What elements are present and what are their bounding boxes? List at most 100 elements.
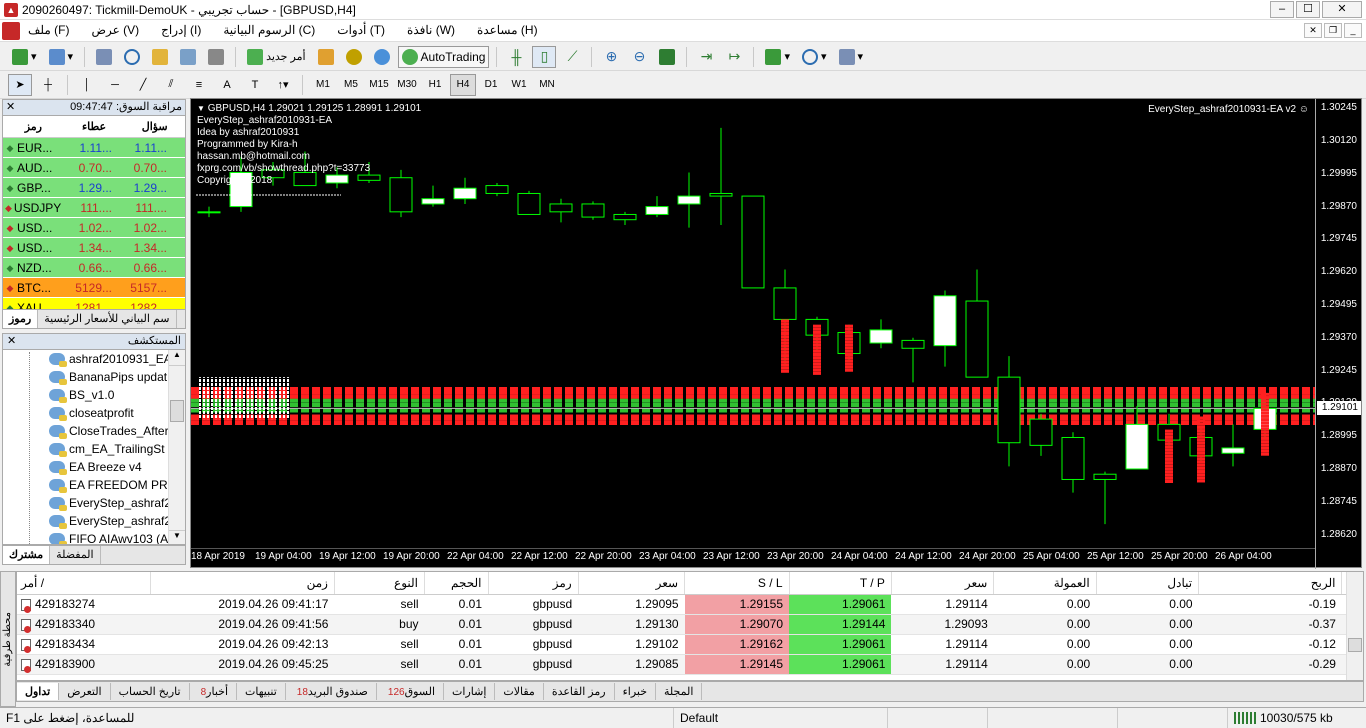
chart-window[interactable]: ▼ GBPUSD,H4 1.29021 1.29125 1.28991 1.29… [190,98,1362,569]
close-button[interactable]: ✕ [1322,1,1362,18]
order-row[interactable]: 429183340 2019.04.26 09:41:56 buy 0.01 gbpus… [17,614,1363,635]
timeframe-w1[interactable]: W1 [506,74,532,96]
bar-chart-button[interactable]: ╫ [504,46,528,68]
col-ask[interactable]: سؤال [124,120,185,133]
navigator-button[interactable] [148,46,172,68]
market-watch-row[interactable]: ◆ BTC... 5129... 5157... [3,278,185,298]
channel-tool[interactable]: ⫽ [159,74,183,96]
crosshair-tool[interactable]: ┼ [36,74,60,96]
terminal-tab[interactable]: تاريخ الحساب [111,683,190,700]
navigator-item[interactable]: CloseTrades_After [3,422,185,440]
tile-windows-button[interactable] [655,46,679,68]
timeframe-m15[interactable]: M15 [366,74,392,96]
timeframe-h4[interactable]: H4 [450,73,476,96]
navigator-item[interactable]: cm_EA_TrailingSt [3,440,185,458]
vertical-line-tool[interactable]: │ [75,74,99,96]
terminal-tab[interactable]: السوق126 [377,683,445,700]
chart-window-icon[interactable] [2,22,20,40]
terminal-tab[interactable]: صندوق البريد18 [286,683,377,700]
tab-tick-chart[interactable]: سم البياني للأسعار الرئيسية [38,310,177,328]
close-panel-icon[interactable]: ✕ [3,334,16,349]
column-header[interactable]: S / L [684,572,790,595]
menu-item-5[interactable]: نافذة (W) [407,23,455,37]
terminal-tab[interactable]: التعرض [59,683,111,700]
col-symbol[interactable]: رمز [3,120,64,133]
autoscroll-button[interactable]: ↦ [722,46,746,68]
navigator-item[interactable]: BS_v1.0 [3,386,185,404]
maximize-button[interactable]: ☐ [1296,1,1320,18]
profiles-button[interactable]: ▾ [45,46,78,68]
trendline-tool[interactable]: ╱ [131,74,155,96]
column-header[interactable]: النوع [334,572,426,595]
order-row[interactable]: 429183900 2019.04.26 09:45:25 sell 0.01 gbpu… [17,654,1363,675]
terminal-button[interactable] [176,46,200,68]
column-header[interactable]: الحجم [424,572,489,595]
indicators-button[interactable]: ▾ [761,46,794,68]
market-watch-row[interactable]: ◆ USDJPY 111.... 111.... [3,198,185,218]
new-chart-button[interactable]: ▾ [8,46,41,68]
menu-item-0[interactable]: ملف (F) [28,23,69,37]
zoom-in-button[interactable]: ⊕ [599,46,623,68]
market-watch-row[interactable]: ◆ USD... 1.02... 1.02... [3,218,185,238]
market-watch-row[interactable]: ◆ EUR... 1.11... 1.11... [3,138,185,158]
market-watch-button[interactable] [92,46,116,68]
terminal-tab[interactable]: رمز القاعدة [544,683,615,700]
timeframe-mn[interactable]: MN [534,74,560,96]
column-header[interactable]: T / P [789,572,892,595]
periods-button[interactable]: ▾ [798,46,831,68]
timeframe-m30[interactable]: M30 [394,74,420,96]
navigator-item[interactable]: EA FREEDOM PRC [3,476,185,494]
templates-button[interactable]: ▾ [835,46,868,68]
strategy-tester-button[interactable] [204,46,228,68]
chart-shift-button[interactable]: ⇥ [694,46,718,68]
column-header[interactable]: أمر / [17,572,151,595]
column-header[interactable]: رمز [488,572,579,595]
navigator-item[interactable]: EveryStep_ashraf2 [3,494,185,512]
tab-symbols[interactable]: رموز [3,310,39,328]
label-tool[interactable]: T [243,74,267,96]
market-watch-row[interactable]: ◆ NZD... 0.66... 0.66... [3,258,185,278]
navigator-item[interactable]: EveryStep_ashraf2 [3,512,185,530]
navigator-item[interactable]: FIFO AIAwv103 (A [3,530,185,544]
menu-item-3[interactable]: الرسوم البيانية (C) [223,23,315,37]
menu-item-2[interactable]: إدراج (I) [161,23,201,37]
timeframe-m1[interactable]: M1 [310,74,336,96]
column-header[interactable]: زمن [150,572,335,595]
timeframe-m5[interactable]: M5 [338,74,364,96]
market-watch-row[interactable]: ◆ GBP... 1.29... 1.29... [3,178,185,198]
terminal-tab[interactable]: تنبيهات [237,683,286,700]
timeframe-d1[interactable]: D1 [478,74,504,96]
column-header[interactable]: سعر [578,572,686,595]
line-chart-button[interactable]: ⟋ [560,46,584,68]
menu-item-1[interactable]: عرض (V) [91,23,139,37]
fibonacci-tool[interactable]: ≡ [187,74,211,96]
terminal-tab[interactable]: إشارات [444,683,496,700]
menu-item-6[interactable]: مساعدة (H) [477,23,538,37]
minimize-button[interactable]: ‒ [1270,1,1294,18]
autotrading-button[interactable]: AutoTrading [397,45,490,68]
new-order-button[interactable]: أمر جديد [243,46,309,68]
data-window-button[interactable] [120,46,144,68]
arrows-tool[interactable]: ↑▾ [271,74,295,96]
terminal-tab[interactable]: المجلة [656,683,703,700]
candlesticks-button[interactable]: ▯ [532,45,557,68]
column-header[interactable]: العمولة [993,572,1097,595]
market-button[interactable] [370,46,394,68]
order-row[interactable]: 429183274 2019.04.26 09:41:17 sell 0.01 gbpu… [17,594,1363,615]
tab-favorites[interactable]: المفضلة [50,546,101,564]
metaeditor-button[interactable] [314,46,338,68]
col-bid[interactable]: عطاء [64,120,125,133]
navigator-item[interactable]: BananaPips updat [3,368,185,386]
navigator-scrollbar[interactable]: ▲ ▼ [168,350,185,544]
close-panel-icon[interactable]: ✕ [6,100,15,115]
menu-item-4[interactable]: أدوات (T) [337,23,385,37]
navigator-item[interactable]: EA Breeze v4 [3,458,185,476]
zoom-out-button[interactable]: ⊖ [627,46,651,68]
timeframe-h1[interactable]: H1 [422,74,448,96]
navigator-item[interactable]: ashraf2010931_EA [3,350,185,368]
horizontal-line-tool[interactable]: ─ [103,74,127,96]
column-header[interactable]: سعر [891,572,995,595]
mdi-minimize-button[interactable]: _ [1344,23,1362,38]
cursor-tool[interactable]: ➤ [8,73,32,96]
market-watch-row[interactable]: ◆ AUD... 0.70... 0.70... [3,158,185,178]
